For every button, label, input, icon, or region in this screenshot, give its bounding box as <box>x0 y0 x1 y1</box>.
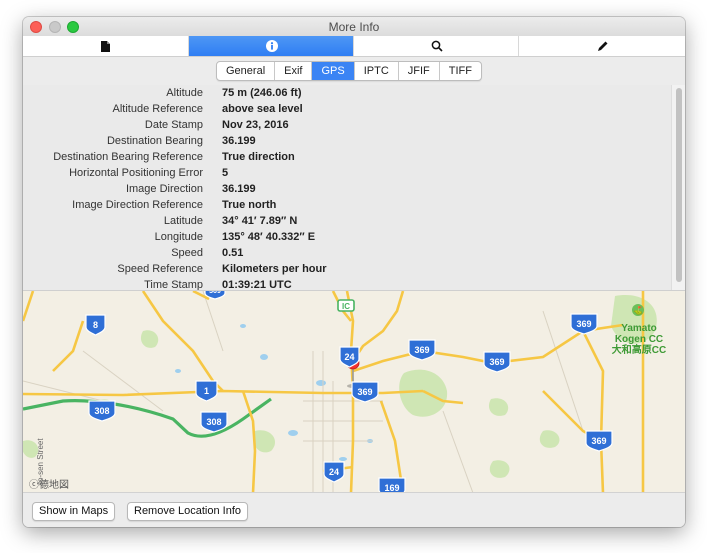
more-info-tab-button[interactable] <box>188 36 354 56</box>
pencil-icon <box>597 41 607 51</box>
shield-label: 369 <box>209 291 221 295</box>
inspector-toolbar <box>23 36 685 57</box>
route-shield-8: 8 <box>85 314 106 336</box>
gps-value: above sea level <box>222 103 303 115</box>
tab-jfif[interactable]: JFIF <box>399 62 440 80</box>
route-shield-308-east: 308 <box>200 411 228 433</box>
info-scrollbar[interactable] <box>671 85 685 290</box>
gps-row-image-direction: Image Direction 36.199 <box>23 181 673 197</box>
shield-label: 308 <box>94 406 109 416</box>
gps-row-destination-bearing: Destination Bearing 36.199 <box>23 133 673 149</box>
gps-key: Image Direction Reference <box>72 199 203 211</box>
shield-label: 369 <box>414 345 429 355</box>
shield-label: 369 <box>576 319 591 329</box>
poi-name-line1: Yamato <box>621 323 657 334</box>
gps-value: 36.199 <box>222 183 256 195</box>
shield-label: 24 <box>329 467 339 477</box>
gps-key: Altitude <box>166 87 203 99</box>
gps-value: 5 <box>222 167 229 179</box>
gps-row-destination-bearing-reference: Destination Bearing Reference True direct… <box>23 149 673 165</box>
document-icon <box>101 40 110 52</box>
gps-value: 34° 41′ 7.89″ N <box>222 215 298 227</box>
gps-value: 75 m (246.06 ft) <box>222 87 302 99</box>
interchange-marker: IC <box>337 299 355 312</box>
gps-row-altitude-reference: Altitude Reference above sea level <box>23 101 673 117</box>
gps-key: Time Stamp <box>144 279 203 290</box>
gps-key: Date Stamp <box>144 119 203 131</box>
gps-value: 36.199 <box>222 135 256 147</box>
gps-row-latitude: Latitude 34° 41′ 7.89″ N <box>23 213 673 229</box>
gps-value: 01:39:21 UTC <box>222 279 292 290</box>
gps-row-horizontal-positioning-error: Horizontal Positioning Error 5 <box>23 165 673 181</box>
edit-tab-button[interactable] <box>518 36 685 56</box>
gps-key: Destination Bearing Reference <box>53 151 203 163</box>
street-label: Jo-sen Street <box>36 438 45 486</box>
gps-value: 0.51 <box>222 247 244 259</box>
route-shield-1: 1 <box>195 380 218 402</box>
gps-row-image-direction-reference: Image Direction Reference True north <box>23 197 673 213</box>
gps-value: Kilometers per hour <box>222 263 327 275</box>
route-shield-308-west: 308 <box>88 400 116 422</box>
location-map[interactable]: 8 1 308 308 24 24 369 369 369 369 369 36… <box>23 290 685 493</box>
gps-key: Horizontal Positioning Error <box>69 167 203 179</box>
general-info-tab-button[interactable] <box>23 36 188 56</box>
title-bar: More Info <box>23 17 685 37</box>
gps-key: Latitude <box>163 215 203 227</box>
gps-row-speed: Speed 0.51 <box>23 245 673 261</box>
route-shield-369-c: 369 <box>570 313 598 335</box>
scrollbar-thumb[interactable] <box>676 88 682 282</box>
shield-label: 369 <box>591 436 606 446</box>
gps-row-altitude: Altitude 75 m (246.06 ft) <box>23 85 673 101</box>
gps-key: Speed <box>171 247 203 259</box>
map-canvas: 8 1 308 308 24 24 369 369 369 369 369 36… <box>23 291 666 493</box>
route-shield-24-south: 24 <box>323 461 345 483</box>
poi-name-line2: Kogen CC <box>615 334 663 345</box>
shield-label: 8 <box>93 320 98 330</box>
more-info-window: More Info General Exif GPS IPTC JFIF TIF… <box>23 17 685 527</box>
tab-iptc[interactable]: IPTC <box>355 62 399 80</box>
remove-location-info-button[interactable]: Remove Location Info <box>127 502 249 521</box>
gps-value: True north <box>222 199 277 211</box>
tab-general[interactable]: General <box>217 62 276 80</box>
keywords-tab-button[interactable] <box>353 36 519 56</box>
bottom-bar: Show in Maps Remove Location Info <box>23 492 685 527</box>
route-shield-369-center: 369 <box>351 381 379 403</box>
expressway <box>23 397 272 438</box>
metadata-tabs: General Exif GPS IPTC JFIF TIFF <box>216 61 482 81</box>
shield-label: 369 <box>489 357 504 367</box>
gps-row-speed-reference: Speed Reference Kilometers per hour <box>23 261 673 277</box>
svg-text:⛳: ⛳ <box>633 305 643 315</box>
gps-key: Longitude <box>154 231 203 243</box>
gps-key: Image Direction <box>125 183 203 195</box>
shield-label: 369 <box>357 387 372 397</box>
tab-tiff[interactable]: TIFF <box>440 62 481 80</box>
route-shield-169: 169 <box>378 477 406 493</box>
gps-value: Nov 23, 2016 <box>222 119 289 131</box>
route-shield-369-a: 369 <box>408 339 436 361</box>
gps-row-date-stamp: Date Stamp Nov 23, 2016 <box>23 117 673 133</box>
gps-key: Altitude Reference <box>112 103 204 115</box>
magnifier-icon <box>431 40 443 52</box>
poi-name-japanese: 大和高原CC <box>612 343 666 356</box>
shield-label: 24 <box>344 352 354 362</box>
gps-key: Speed Reference <box>117 263 203 275</box>
route-shield-369-b: 369 <box>483 351 511 373</box>
park-areas <box>23 295 657 478</box>
gps-info-list: Altitude 75 m (246.06 ft) Altitude Refere… <box>23 85 685 290</box>
show-in-maps-button[interactable]: Show in Maps <box>32 502 116 521</box>
tab-gps[interactable]: GPS <box>312 62 355 80</box>
map-attribution: ⓒ德地図 <box>29 478 69 491</box>
info-icon <box>265 40 278 52</box>
gps-row-longitude: Longitude 135° 48′ 40.332″ E <box>23 229 673 245</box>
ic-label: IC <box>342 302 350 311</box>
gps-value: 135° 48′ 40.332″ E <box>222 231 316 243</box>
shield-label: 1 <box>204 386 209 396</box>
route-shield-369-d: 369 <box>585 430 613 452</box>
gps-value: True direction <box>222 151 295 163</box>
shield-label: 308 <box>206 417 221 427</box>
tab-exif[interactable]: Exif <box>275 62 313 80</box>
gps-key: Destination Bearing <box>106 135 203 147</box>
window-title: More Info <box>328 20 380 34</box>
gps-row-time-stamp: Time Stamp 01:39:21 UTC <box>23 277 673 290</box>
